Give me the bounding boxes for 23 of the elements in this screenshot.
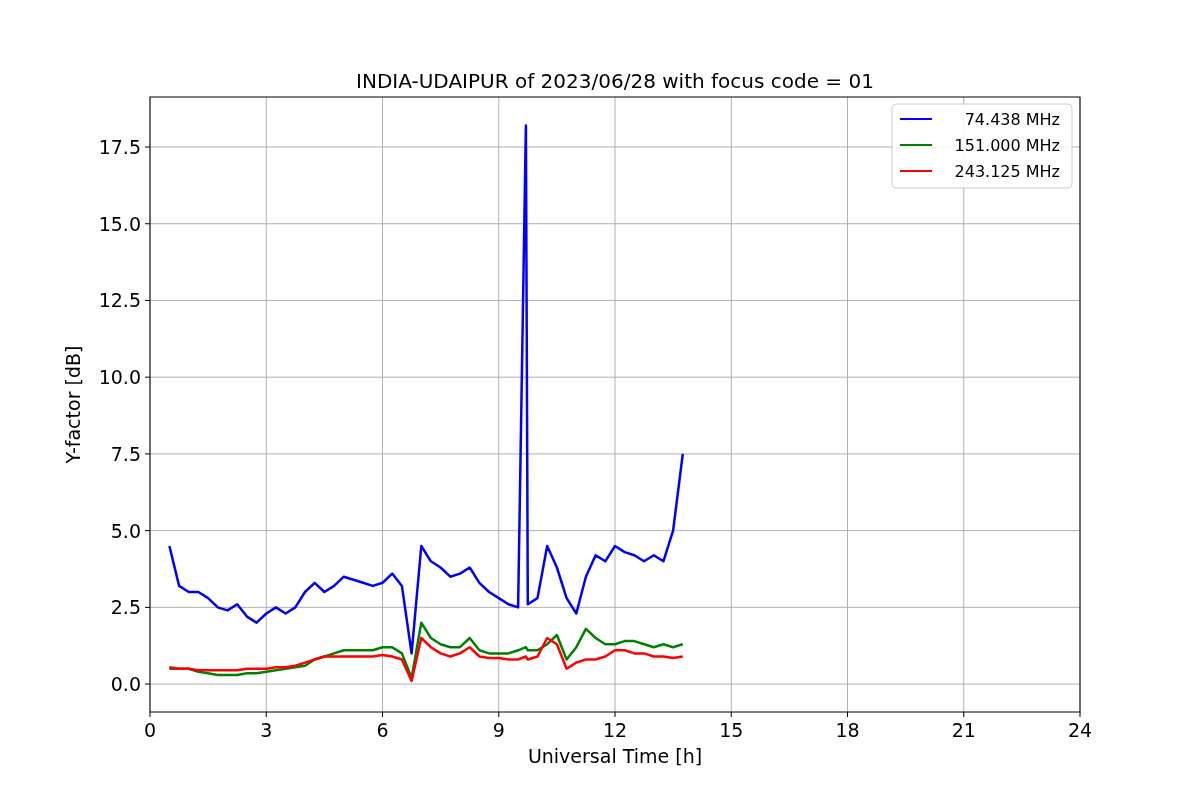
tick-label: 6 bbox=[376, 719, 389, 741]
tick-label: 12.5 bbox=[98, 289, 141, 312]
tick-label: 3 bbox=[260, 719, 273, 741]
tick-label: 15 bbox=[719, 719, 744, 741]
legend-label: 74.438 MHz bbox=[964, 110, 1060, 129]
tick-label: 17.5 bbox=[98, 136, 141, 158]
tick-label: 21 bbox=[951, 719, 976, 741]
tick-label: 24 bbox=[1067, 719, 1093, 741]
tick-label: 18 bbox=[835, 719, 860, 741]
tick-label: 2.5 bbox=[110, 596, 141, 619]
legend-label: 243.125 MHz bbox=[954, 162, 1060, 181]
tick-label: 0 bbox=[143, 719, 157, 741]
axis-label: Universal Time [h] bbox=[527, 745, 703, 767]
legend-label: 151.000 MHz bbox=[954, 136, 1060, 155]
tick-label: 5.0 bbox=[110, 519, 141, 542]
tick-label: 0.0 bbox=[110, 673, 141, 696]
axis-label: Y-factor [dB] bbox=[62, 345, 84, 464]
chart-title: INDIA-UDAIPUR of 2023/06/28 with focus code = 01 bbox=[356, 69, 874, 93]
tick-label: 12 bbox=[602, 719, 628, 741]
tick-label: 7.5 bbox=[110, 442, 141, 465]
tick-label: 10.0 bbox=[98, 366, 141, 389]
tick-label: 9 bbox=[492, 719, 505, 741]
tick-label: 15.0 bbox=[98, 212, 141, 235]
